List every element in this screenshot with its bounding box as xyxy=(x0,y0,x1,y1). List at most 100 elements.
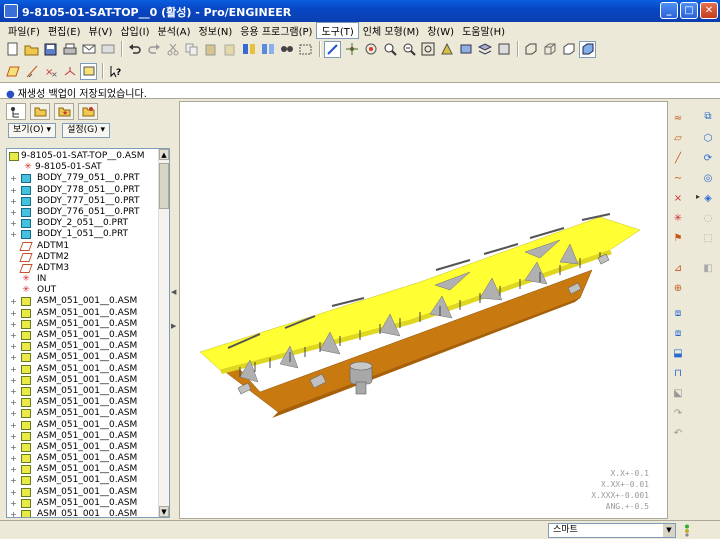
expand-toggle-icon[interactable]: + xyxy=(10,319,17,330)
toolbar-expand-icon[interactable]: ▸ xyxy=(690,189,706,205)
send-icon[interactable] xyxy=(99,41,116,58)
graphics-window[interactable]: X.X+-0.1 X.XX+-0.01 X.XXX+-0.001 ANG.+-0… xyxy=(179,101,668,519)
tree-item[interactable]: + ASM_051_001__0.ASM xyxy=(7,364,159,375)
datum-plane-display-icon[interactable] xyxy=(4,63,21,80)
print-icon[interactable] xyxy=(61,41,78,58)
expand-right-icon[interactable]: ▶ xyxy=(171,322,176,330)
annotation-display-icon[interactable] xyxy=(80,62,97,80)
tree-item[interactable]: ADTM3 xyxy=(7,263,159,274)
view-manager-icon[interactable] xyxy=(495,41,512,58)
cut-out-tool-icon[interactable]: ⬓ xyxy=(670,346,686,362)
regenerate-icon[interactable] xyxy=(240,41,257,58)
hidden-line-icon[interactable] xyxy=(541,41,558,58)
expand-toggle-icon[interactable]: + xyxy=(10,453,17,464)
menu-insert[interactable]: 삽입(I) xyxy=(116,23,153,38)
tree-item[interactable]: + ASM_051_001__0.ASM xyxy=(7,408,159,419)
tree-item[interactable]: ADTM2 xyxy=(7,252,159,263)
csys-display-icon[interactable] xyxy=(61,63,78,80)
datum-plane-tool-icon[interactable]: ▱ xyxy=(670,131,686,147)
regen-manager-icon[interactable] xyxy=(259,41,276,58)
expand-toggle-icon[interactable]: + xyxy=(10,431,17,442)
expand-toggle-icon[interactable]: + xyxy=(10,498,17,509)
expand-toggle-icon[interactable]: + xyxy=(10,330,17,341)
tree-item[interactable]: + BODY_779_051__0.PRT xyxy=(7,173,159,184)
expand-toggle-icon[interactable]: + xyxy=(10,173,17,184)
datum-axis-tool-icon[interactable]: ╱ xyxy=(670,151,686,167)
favorites-tab-icon[interactable]: ★ xyxy=(54,103,74,120)
tree-item[interactable]: + ASM_051_001__0.ASM xyxy=(7,420,159,431)
sketch-datum-icon[interactable]: ≈ xyxy=(670,111,686,127)
search-tool-icon[interactable] xyxy=(278,41,295,58)
close-button[interactable]: ✕ xyxy=(700,2,718,19)
menu-window[interactable]: 창(W) xyxy=(423,23,458,38)
round-tool-icon[interactable]: ⊓ xyxy=(670,366,686,382)
expand-toggle-icon[interactable]: + xyxy=(10,386,17,397)
tree-item[interactable]: + BODY_1_051__0.PRT xyxy=(7,229,159,240)
expand-toggle-icon[interactable]: + xyxy=(10,408,17,419)
expand-toggle-icon[interactable]: + xyxy=(10,420,17,431)
connections-tab-icon[interactable] xyxy=(78,103,98,120)
menu-file[interactable]: 파일(F) xyxy=(4,23,44,38)
tree-item[interactable]: ✳ IN xyxy=(7,274,159,285)
menu-analysis[interactable]: 분석(A) xyxy=(154,23,195,38)
datum-point-tool-icon[interactable]: × xyxy=(670,191,686,207)
wireframe-icon[interactable] xyxy=(522,41,539,58)
undo-icon[interactable] xyxy=(126,41,143,58)
analysis-tool-icon[interactable]: ⚑ xyxy=(670,231,686,247)
tree-item[interactable]: + ASM_051_001__0.ASM xyxy=(7,397,159,408)
expand-toggle-icon[interactable]: + xyxy=(10,196,17,207)
expand-toggle-icon[interactable]: + xyxy=(10,308,17,319)
tree-item[interactable]: + ASM_051_001__0.ASM xyxy=(7,464,159,475)
assemble-component-icon[interactable]: ⊿ xyxy=(670,261,686,277)
scroll-up-arrow-icon[interactable]: ▲ xyxy=(159,149,169,160)
selection-filter-dropdown[interactable]: 스마트 ▼ xyxy=(548,523,676,538)
expand-toggle-icon[interactable]: + xyxy=(10,487,17,498)
menu-tools[interactable]: 도구(T) xyxy=(316,21,359,39)
scroll-thumb[interactable] xyxy=(159,163,169,209)
menu-help[interactable]: 도움말(H) xyxy=(458,23,509,38)
model-tree-tab-icon[interactable] xyxy=(6,103,26,120)
expand-toggle-icon[interactable]: + xyxy=(10,364,17,375)
expand-toggle-icon[interactable]: + xyxy=(10,296,17,307)
tree-item[interactable]: + ASM_051_001__0.ASM xyxy=(7,475,159,486)
settings-dropdown[interactable]: 설정(G) ▾ xyxy=(62,123,111,138)
panel-splitter[interactable]: ◀ ▶ xyxy=(170,100,178,520)
zoom-out-icon[interactable] xyxy=(400,41,417,58)
tree-item[interactable]: + BODY_777_051__0.PRT xyxy=(7,196,159,207)
create-component-icon[interactable]: ⊕ xyxy=(670,281,686,297)
tree-item[interactable]: + ASM_051_001__0.ASM xyxy=(7,341,159,352)
datum-axis-display-icon[interactable] xyxy=(23,63,40,80)
shell-tool-icon[interactable]: ⬚ xyxy=(700,231,716,247)
menu-manikin[interactable]: 인체 모형(M) xyxy=(359,23,423,38)
tree-scrollbar[interactable]: ▲ ▼ xyxy=(158,149,169,517)
draft-tool-icon[interactable]: ⬕ xyxy=(670,386,686,402)
tree-item[interactable]: + ASM_051_001__0.ASM xyxy=(7,442,159,453)
hole-tool-icon[interactable]: ◌ xyxy=(700,211,716,227)
tree-item[interactable]: + ASM_051_001__0.ASM xyxy=(7,509,159,517)
tree-item[interactable]: + ASM_051_001__0.ASM xyxy=(7,330,159,341)
datum-curve-tool-icon[interactable]: ∼ xyxy=(670,171,686,187)
open-folder-icon[interactable] xyxy=(23,41,40,58)
collapse-left-icon[interactable]: ◀ xyxy=(171,288,176,296)
saved-views-icon[interactable] xyxy=(457,41,474,58)
copy-geometry-icon[interactable]: ⧉ xyxy=(700,109,716,125)
expand-toggle-icon[interactable]: + xyxy=(10,397,17,408)
tree-item[interactable]: + ASM_051_001__0.ASM xyxy=(7,386,159,397)
minimize-button[interactable]: _ xyxy=(660,2,678,19)
sweep-tool-icon[interactable]: ◎ xyxy=(700,171,716,187)
folder-browser-tab-icon[interactable] xyxy=(30,103,50,120)
tree-item[interactable]: + ASM_051_001__0.ASM xyxy=(7,498,159,509)
scroll-down-arrow-icon[interactable]: ▼ xyxy=(159,506,169,517)
tree-item[interactable]: + ASM_051_001__0.ASM xyxy=(7,352,159,363)
dropdown-arrow-icon[interactable]: ▼ xyxy=(663,524,675,537)
expand-toggle-icon[interactable]: + xyxy=(10,218,17,229)
copy-icon[interactable] xyxy=(183,41,200,58)
tree-item[interactable]: ✳ OUT xyxy=(7,285,159,296)
expand-toggle-icon[interactable]: + xyxy=(10,475,17,486)
mirror-tool-icon[interactable]: ↶ xyxy=(670,426,686,442)
csys-tool-icon[interactable]: ✳ xyxy=(670,211,686,227)
reorient-icon[interactable] xyxy=(438,41,455,58)
tree-item[interactable]: + ASM_051_001__0.ASM xyxy=(7,453,159,464)
tree-item[interactable]: + ASM_051_001__0.ASM xyxy=(7,487,159,498)
expand-toggle-icon[interactable]: + xyxy=(10,229,17,240)
